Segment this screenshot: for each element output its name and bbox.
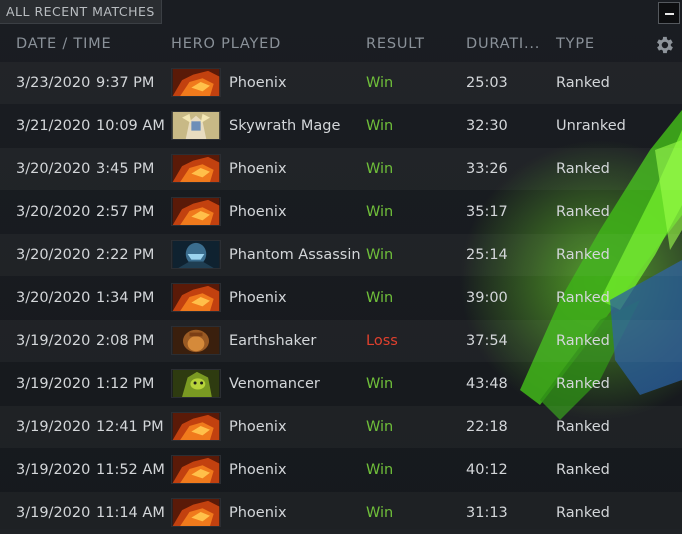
match-date: 3/20/2020 (16, 204, 91, 220)
match-date: 3/20/2020 (16, 247, 91, 263)
match-date: 3/20/2020 (16, 290, 91, 306)
match-date: 3/19/2020 (16, 419, 91, 435)
match-row[interactable]: 3/23/2020 9:37 PM Phoenix Win 25:03 Rank… (0, 62, 682, 104)
match-date: 3/19/2020 (16, 462, 91, 478)
match-result: Win (366, 376, 394, 392)
match-row[interactable]: 3/20/2020 2:57 PM Phoenix Win 35:17 Rank… (0, 191, 682, 233)
hero-portrait-phoenix (171, 455, 221, 484)
match-result: Win (366, 75, 394, 91)
hero-name: Phoenix (229, 462, 287, 478)
match-row[interactable]: 3/19/2020 11:52 AM Phoenix Win 40:12 Ran… (0, 449, 682, 491)
match-date: 3/20/2020 (16, 161, 91, 177)
match-time: 3:45 PM (96, 161, 155, 177)
hero-name: Phoenix (229, 75, 287, 91)
match-duration: 35:17 (466, 204, 508, 220)
match-row[interactable]: 3/19/2020 11:14 AM Phoenix Win 31:13 Ran… (0, 492, 682, 534)
match-row[interactable]: 3/20/2020 2:22 PM Phantom Assassin Win 2… (0, 234, 682, 276)
panel-title: ALL RECENT MATCHES (0, 0, 162, 24)
hero-portrait-phoenix (171, 154, 221, 183)
match-row[interactable]: 3/19/2020 2:08 PM Earthshaker Loss 37:54… (0, 320, 682, 362)
table-header: DATE / TIME HERO PLAYED RESULT DURATI...… (0, 36, 682, 58)
match-result: Win (366, 290, 394, 306)
match-time: 10:09 AM (96, 118, 165, 134)
match-time: 2:22 PM (96, 247, 155, 263)
match-result: Win (366, 462, 394, 478)
match-duration: 32:30 (466, 118, 508, 134)
match-time: 11:52 AM (96, 462, 165, 478)
match-duration: 31:13 (466, 505, 508, 521)
match-result: Win (366, 161, 394, 177)
hero-name: Phoenix (229, 204, 287, 220)
match-type: Ranked (556, 247, 610, 263)
match-result: Win (366, 247, 394, 263)
match-date: 3/19/2020 (16, 333, 91, 349)
match-time: 1:34 PM (96, 290, 155, 306)
match-row[interactable]: 3/21/2020 10:09 AM Skywrath Mage Win 32:… (0, 105, 682, 147)
match-date: 3/21/2020 (16, 118, 91, 134)
hero-name: Earthshaker (229, 333, 317, 349)
match-time: 12:41 PM (96, 419, 164, 435)
match-type: Ranked (556, 290, 610, 306)
match-type: Ranked (556, 462, 610, 478)
match-date: 3/19/2020 (16, 376, 91, 392)
hero-portrait-phoenix (171, 68, 221, 97)
minus-icon (665, 13, 674, 15)
match-row[interactable]: 3/20/2020 3:45 PM Phoenix Win 33:26 Rank… (0, 148, 682, 190)
match-result: Win (366, 118, 394, 134)
match-duration: 39:00 (466, 290, 508, 306)
hero-portrait-skywrath (171, 111, 221, 140)
match-type: Ranked (556, 75, 610, 91)
match-row[interactable]: 3/19/2020 1:12 PM Venomancer Win 43:48 R… (0, 363, 682, 405)
match-row[interactable]: 3/20/2020 1:34 PM Phoenix Win 39:00 Rank… (0, 277, 682, 319)
match-date: 3/23/2020 (16, 75, 91, 91)
match-duration: 37:54 (466, 333, 508, 349)
match-result: Win (366, 419, 394, 435)
match-type: Ranked (556, 376, 610, 392)
hero-name: Phoenix (229, 419, 287, 435)
hero-portrait-phoenix (171, 498, 221, 527)
match-type: Ranked (556, 204, 610, 220)
match-time: 2:08 PM (96, 333, 155, 349)
match-time: 2:57 PM (96, 204, 155, 220)
match-date: 3/19/2020 (16, 505, 91, 521)
hero-portrait-phantom (171, 240, 221, 269)
match-result: Win (366, 505, 394, 521)
match-type: Ranked (556, 161, 610, 177)
match-duration: 25:03 (466, 75, 508, 91)
gear-icon[interactable] (653, 34, 675, 56)
match-type: Unranked (556, 118, 626, 134)
match-duration: 22:18 (466, 419, 508, 435)
hero-name: Venomancer (229, 376, 320, 392)
column-header-hero[interactable]: HERO PLAYED (171, 36, 281, 52)
hero-name: Phoenix (229, 161, 287, 177)
hero-portrait-phoenix (171, 412, 221, 441)
match-result: Loss (366, 333, 398, 349)
hero-name: Phoenix (229, 505, 287, 521)
match-type: Ranked (556, 419, 610, 435)
match-duration: 43:48 (466, 376, 508, 392)
match-duration: 25:14 (466, 247, 508, 263)
match-duration: 40:12 (466, 462, 508, 478)
hero-portrait-earthshaker (171, 326, 221, 355)
match-time: 11:14 AM (96, 505, 165, 521)
minimize-button[interactable] (658, 2, 680, 24)
hero-portrait-phoenix (171, 283, 221, 312)
hero-name: Phantom Assassin (229, 247, 361, 263)
match-duration: 33:26 (466, 161, 508, 177)
match-type: Ranked (556, 333, 610, 349)
match-type: Ranked (556, 505, 610, 521)
hero-portrait-phoenix (171, 197, 221, 226)
hero-portrait-venomancer (171, 369, 221, 398)
match-row[interactable]: 3/19/2020 12:41 PM Phoenix Win 22:18 Ran… (0, 406, 682, 448)
column-header-duration[interactable]: DURATI... (466, 36, 540, 52)
column-header-type[interactable]: TYPE (556, 36, 595, 52)
hero-name: Skywrath Mage (229, 118, 341, 134)
column-header-result[interactable]: RESULT (366, 36, 425, 52)
column-header-date-time[interactable]: DATE / TIME (16, 36, 111, 52)
match-result: Win (366, 204, 394, 220)
match-time: 1:12 PM (96, 376, 155, 392)
match-time: 9:37 PM (96, 75, 155, 91)
hero-name: Phoenix (229, 290, 287, 306)
